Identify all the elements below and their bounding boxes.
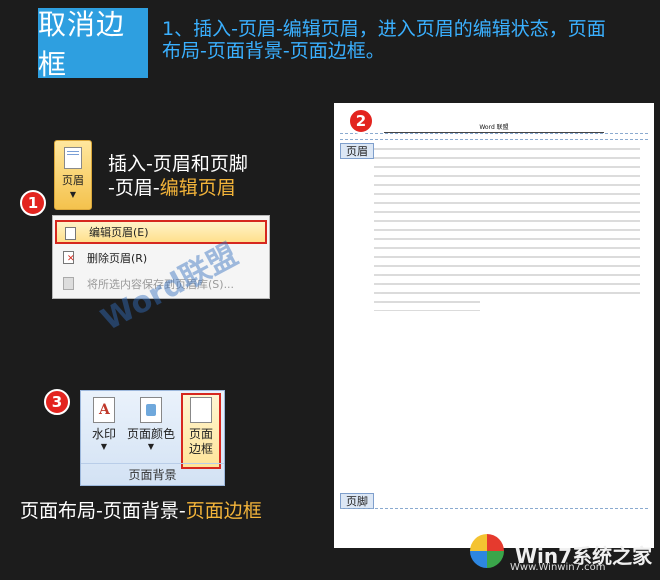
page-color-button-label: 页面颜色 — [126, 427, 175, 441]
chevron-down-icon: ▼ — [100, 442, 108, 451]
page-title: 取消边框 — [38, 8, 148, 81]
page-borders-button-label: 页面边框 — [188, 427, 213, 456]
document-page: Word 联盟 页眉 页脚 — [334, 103, 654, 548]
save-gallery-icon — [63, 277, 74, 290]
menu-item-label: 删除页眉(R) — [87, 252, 148, 265]
header-ribbon-button[interactable]: 页眉 ▼ — [54, 140, 92, 210]
delete-header-icon — [63, 251, 75, 264]
page-color-button[interactable]: 页面颜色 ▼ — [125, 395, 177, 465]
step-description-line2: 布局-页面背景-页面边框。 — [162, 40, 385, 62]
page-borders-button[interactable]: 页面边框 — [181, 393, 221, 469]
instruction-1-line1: 插入-页眉和页脚 — [108, 153, 248, 175]
step-description-line1: 1、插入-页眉-编辑页眉，进入页眉的编辑状态，页面 — [162, 18, 606, 40]
step-badge-2: 2 — [348, 108, 374, 134]
menu-item-label: 编辑页眉(E) — [89, 226, 149, 239]
instruction-1-highlight: 编辑页眉 — [159, 177, 236, 199]
instruction-3: 页面布局-页面背景-页面边框 — [20, 496, 262, 523]
chevron-down-icon: ▼ — [69, 190, 77, 199]
document-body-text — [374, 145, 640, 311]
header-boundary-line-2 — [340, 139, 648, 140]
instruction-3-highlight: 页面边框 — [185, 500, 262, 522]
watermark-icon — [93, 397, 115, 423]
menu-item-edit-header[interactable]: 编辑页眉(E) — [55, 220, 267, 244]
instruction-1-line2: -页眉-编辑页眉 — [108, 176, 248, 200]
edit-header-icon — [65, 227, 76, 240]
windows-logo-icon — [470, 534, 504, 568]
watermark-button[interactable]: 水印 ▼ — [87, 395, 121, 465]
step-badge-3: 3 — [44, 389, 70, 415]
footer-boundary-line — [340, 508, 648, 509]
header-icon — [64, 147, 82, 169]
footer-tag: 页脚 — [340, 493, 374, 509]
instruction-1: 插入-页眉和页脚 -页眉-编辑页眉 — [108, 152, 248, 200]
group-caption: 页面背景 — [81, 463, 224, 483]
header-button-label: 页眉 — [62, 174, 84, 187]
instruction-1-prefix: -页眉- — [108, 177, 160, 199]
watermark-button-label: 水印 — [91, 427, 116, 441]
site-logo-url: Www.Winwin7.com — [510, 562, 606, 573]
step-description: 1、插入-页眉-编辑页眉，进入页眉的编辑状态，页面 布局-页面背景-页面边框。 — [162, 18, 652, 62]
step-badge-1: 1 — [20, 190, 46, 216]
header-boundary-line — [340, 133, 648, 134]
header-tag: 页眉 — [340, 143, 374, 159]
paint-bucket-icon — [140, 397, 162, 423]
instruction-3-prefix: 页面布局-页面背景- — [20, 500, 186, 522]
page-borders-icon — [190, 397, 212, 423]
document-header-text[interactable]: Word 联盟 — [384, 122, 604, 133]
page-background-group: 水印 ▼ 页面颜色 ▼ 页面边框 页面背景 — [80, 390, 225, 486]
chevron-down-icon: ▼ — [147, 442, 155, 451]
